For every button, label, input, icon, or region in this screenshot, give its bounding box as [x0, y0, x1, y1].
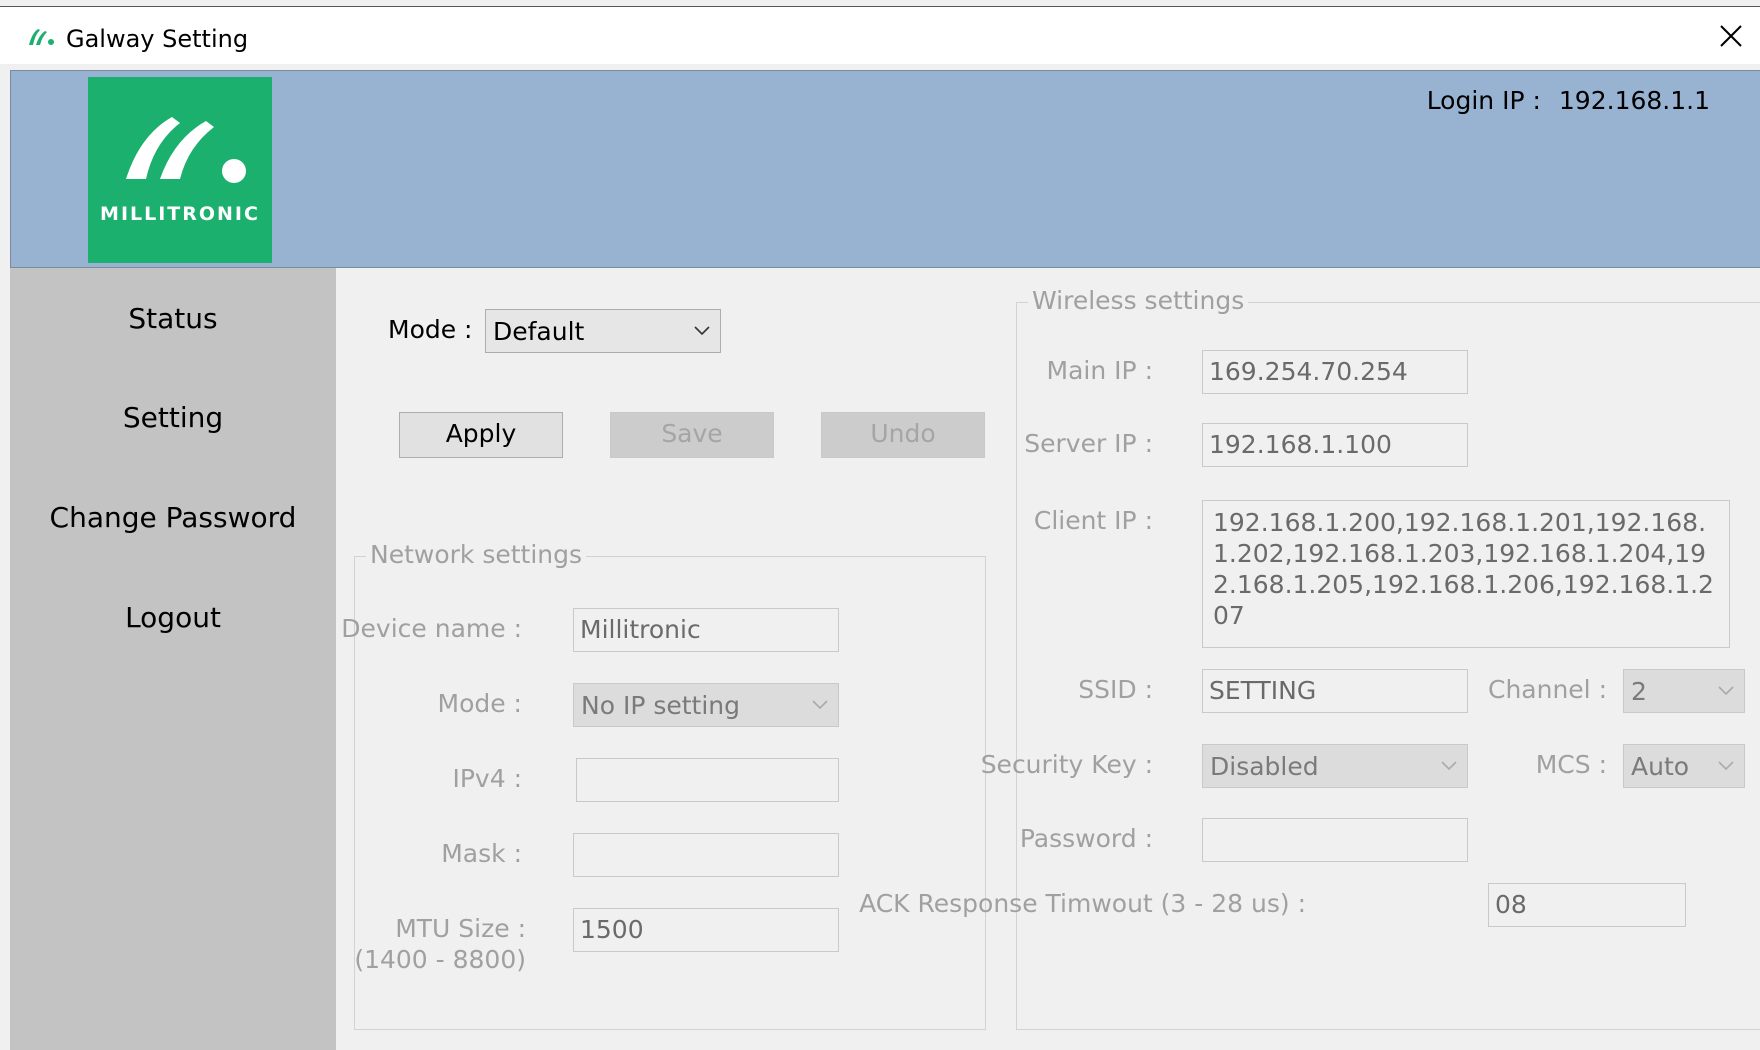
channel-label: Channel : — [1487, 675, 1607, 704]
apply-button[interactable]: Apply — [399, 412, 563, 458]
main-ip-label: Main IP : — [1046, 356, 1153, 385]
wireless-settings-legend: Wireless settings — [1028, 286, 1249, 315]
header-banner: MILLITRONIC Login IP : 192.168.1.1 — [10, 70, 1760, 268]
device-name-label: Device name : — [341, 614, 522, 643]
ssid-label: SSID : — [1078, 675, 1153, 704]
network-settings-legend: Network settings — [366, 540, 587, 569]
settings-content: Mode : Default Apply Save Undo Network s… — [336, 268, 1760, 1050]
network-mode-value: No IP setting — [581, 691, 741, 720]
title-bar: Galway Setting — [0, 6, 1760, 64]
password-field[interactable] — [1202, 818, 1468, 862]
chevron-down-icon — [1718, 761, 1734, 771]
ipv4-field[interactable] — [576, 758, 839, 802]
chevron-down-icon — [812, 700, 828, 710]
mode-select-value: Default — [493, 317, 585, 346]
window-title: Galway Setting — [66, 25, 249, 53]
network-mode-label: Mode : — [437, 689, 523, 718]
mcs-label: MCS : — [1535, 750, 1607, 779]
security-key-select[interactable]: Disabled — [1202, 744, 1468, 788]
millitronic-logo-icon — [126, 117, 246, 183]
logo-text: MILLITRONIC — [100, 203, 260, 225]
chevron-down-icon — [694, 326, 710, 336]
channel-select[interactable]: 2 — [1623, 669, 1745, 713]
settings-window: Galway Setting MILLITRONIC Login IP : 192… — [0, 0, 1760, 1050]
millitronic-logo-icon — [29, 29, 54, 45]
undo-button[interactable]: Undo — [821, 412, 985, 458]
device-name-field[interactable]: Millitronic — [573, 608, 839, 652]
login-ip-value: 192.168.1.1 — [1558, 86, 1710, 115]
security-key-label: Security Key : — [980, 750, 1153, 779]
ack-timeout-field[interactable]: 08 — [1488, 883, 1686, 927]
client-ip-textarea[interactable]: 192.168.1.200,192.168.1.201,192.168.1.20… — [1202, 500, 1730, 648]
sidebar-item-setting[interactable]: Setting — [10, 401, 336, 434]
ack-timeout-label: ACK Response Timwout (3 - 28 us) : — [859, 889, 1306, 918]
password-label: Password : — [1019, 824, 1153, 853]
sidebar-item-change-password[interactable]: Change Password — [10, 501, 336, 534]
main-ip-field[interactable]: 169.254.70.254 — [1202, 350, 1468, 394]
mask-label: Mask : — [441, 839, 522, 868]
chevron-down-icon — [1718, 686, 1734, 696]
chevron-down-icon — [1441, 761, 1457, 771]
channel-value: 2 — [1631, 677, 1647, 706]
mtu-label: MTU Size : — [395, 914, 526, 943]
close-icon — [1720, 25, 1742, 47]
ssid-field[interactable]: SETTING — [1202, 669, 1468, 713]
mtu-range-label: (1400 - 8800) — [354, 945, 526, 974]
client-ip-label: Client IP : — [1033, 506, 1153, 535]
mode-label: Mode : — [388, 315, 473, 344]
security-key-value: Disabled — [1210, 752, 1319, 781]
mcs-value: Auto — [1631, 752, 1690, 781]
ipv4-label: IPv4 : — [452, 764, 522, 793]
login-ip: Login IP : 192.168.1.1 — [1427, 86, 1710, 115]
network-mode-select[interactable]: No IP setting — [573, 683, 839, 727]
sidebar-item-logout[interactable]: Logout — [10, 601, 336, 634]
close-button[interactable] — [1702, 7, 1760, 65]
company-logo: MILLITRONIC — [88, 77, 272, 263]
server-ip-field[interactable]: 192.168.1.100 — [1202, 423, 1468, 467]
mode-select[interactable]: Default — [485, 309, 721, 353]
mask-field[interactable] — [573, 833, 839, 877]
mcs-select[interactable]: Auto — [1623, 744, 1745, 788]
sidebar-item-status[interactable]: Status — [10, 302, 336, 335]
sidebar: Status Setting Change Password Logout — [10, 268, 336, 1050]
server-ip-label: Server IP : — [1024, 429, 1153, 458]
save-button[interactable]: Save — [610, 412, 774, 458]
mtu-field[interactable]: 1500 — [573, 908, 839, 952]
login-ip-label: Login IP : — [1426, 86, 1541, 115]
